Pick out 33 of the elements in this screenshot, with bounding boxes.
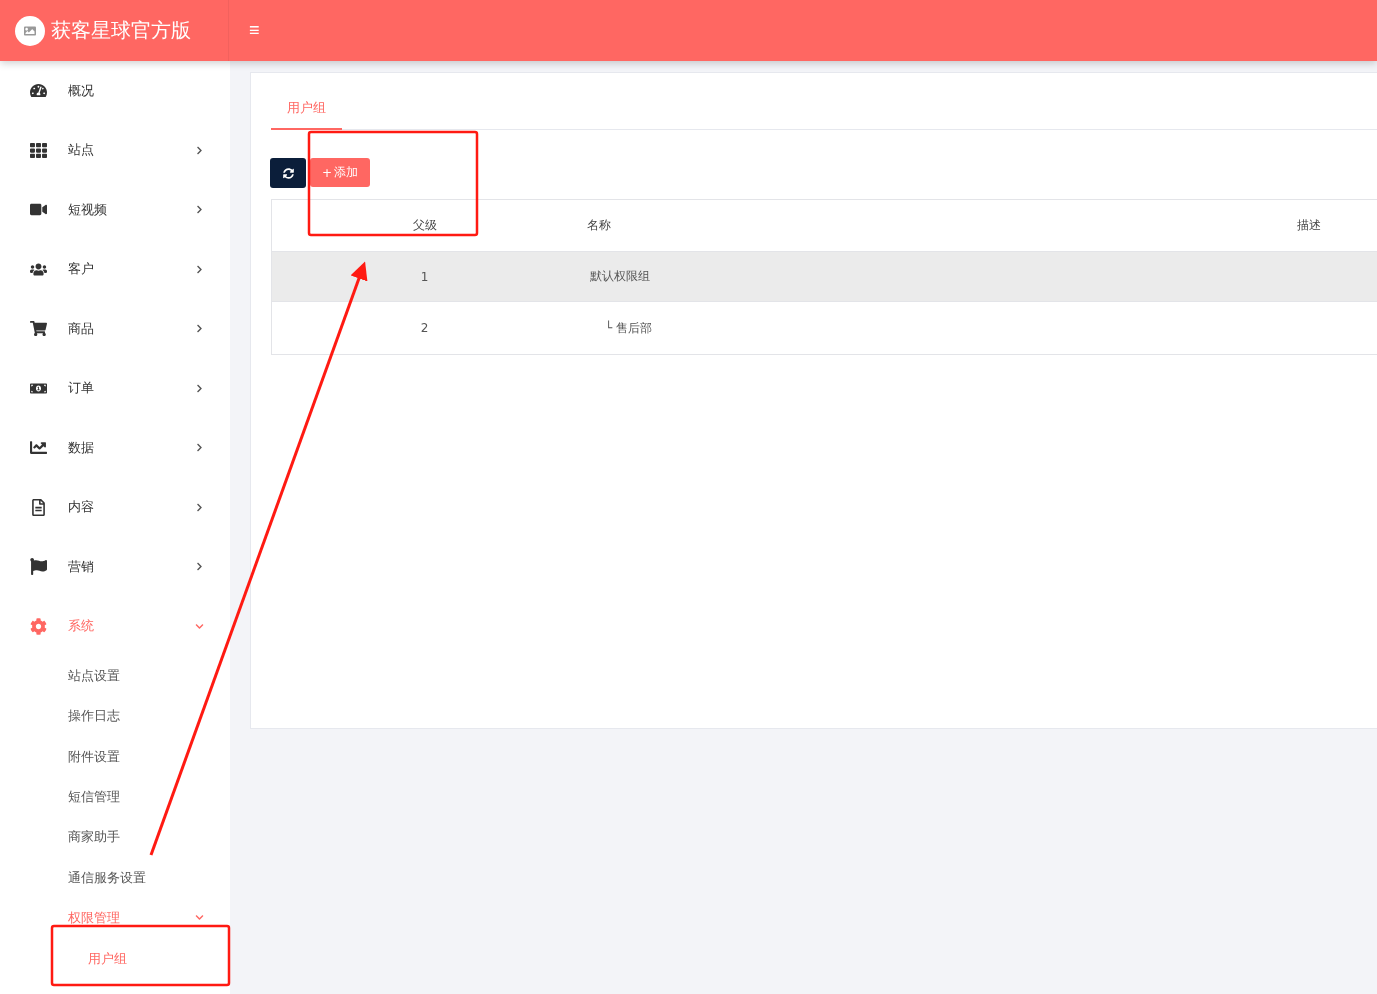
refresh-button[interactable]: [270, 158, 306, 188]
logo-icon: [15, 15, 45, 46]
sidebar-item[interactable]: 订单: [0, 358, 230, 418]
flag-icon: [30, 558, 47, 576]
sidebar-item[interactable]: 内容: [0, 477, 230, 537]
column-header: 描述: [1297, 217, 1322, 234]
sidebar-subitem[interactable]: 操作日志: [0, 696, 230, 737]
sidebar-item[interactable]: 概况: [0, 61, 230, 121]
sidebar-item[interactable]: 短视频: [0, 180, 230, 240]
table-cell-text: 1: [419, 269, 430, 284]
sidebar-item[interactable]: 数据: [0, 418, 230, 478]
table-cell-text: 2: [419, 321, 430, 335]
column-header: 名称: [586, 217, 612, 234]
sidebar-subitem[interactable]: 短信管理: [0, 776, 230, 818]
sidebar-item[interactable]: 商品: [0, 299, 230, 359]
sidebar-subitem[interactable]: 附件设置: [0, 736, 230, 777]
sidebar-item[interactable]: 客户: [0, 239, 230, 299]
column-header: 父级: [411, 217, 438, 234]
sidebar-item[interactable]: 站点: [0, 120, 230, 180]
sidebar-subitem[interactable]: 通信服务设置: [0, 857, 230, 898]
dashboard-icon: [30, 82, 47, 100]
brand-title: 获客星球官方版: [51, 17, 191, 44]
cart-icon: [30, 320, 47, 338]
sidebar-subitem[interactable]: 站点设置: [0, 656, 230, 697]
refresh-icon: [282, 167, 294, 179]
grid-icon: [30, 141, 47, 159]
sidebar-subitem[interactable]: 商家助手: [0, 817, 230, 858]
sidebar-item[interactable]: 营销: [0, 537, 230, 597]
table-cell-text: └ 售后部: [604, 319, 654, 337]
line-chart-icon: [30, 439, 47, 457]
document-icon: [30, 498, 47, 516]
table-cell-text: 默认权限组: [589, 268, 651, 285]
settings-icon: [30, 617, 47, 635]
